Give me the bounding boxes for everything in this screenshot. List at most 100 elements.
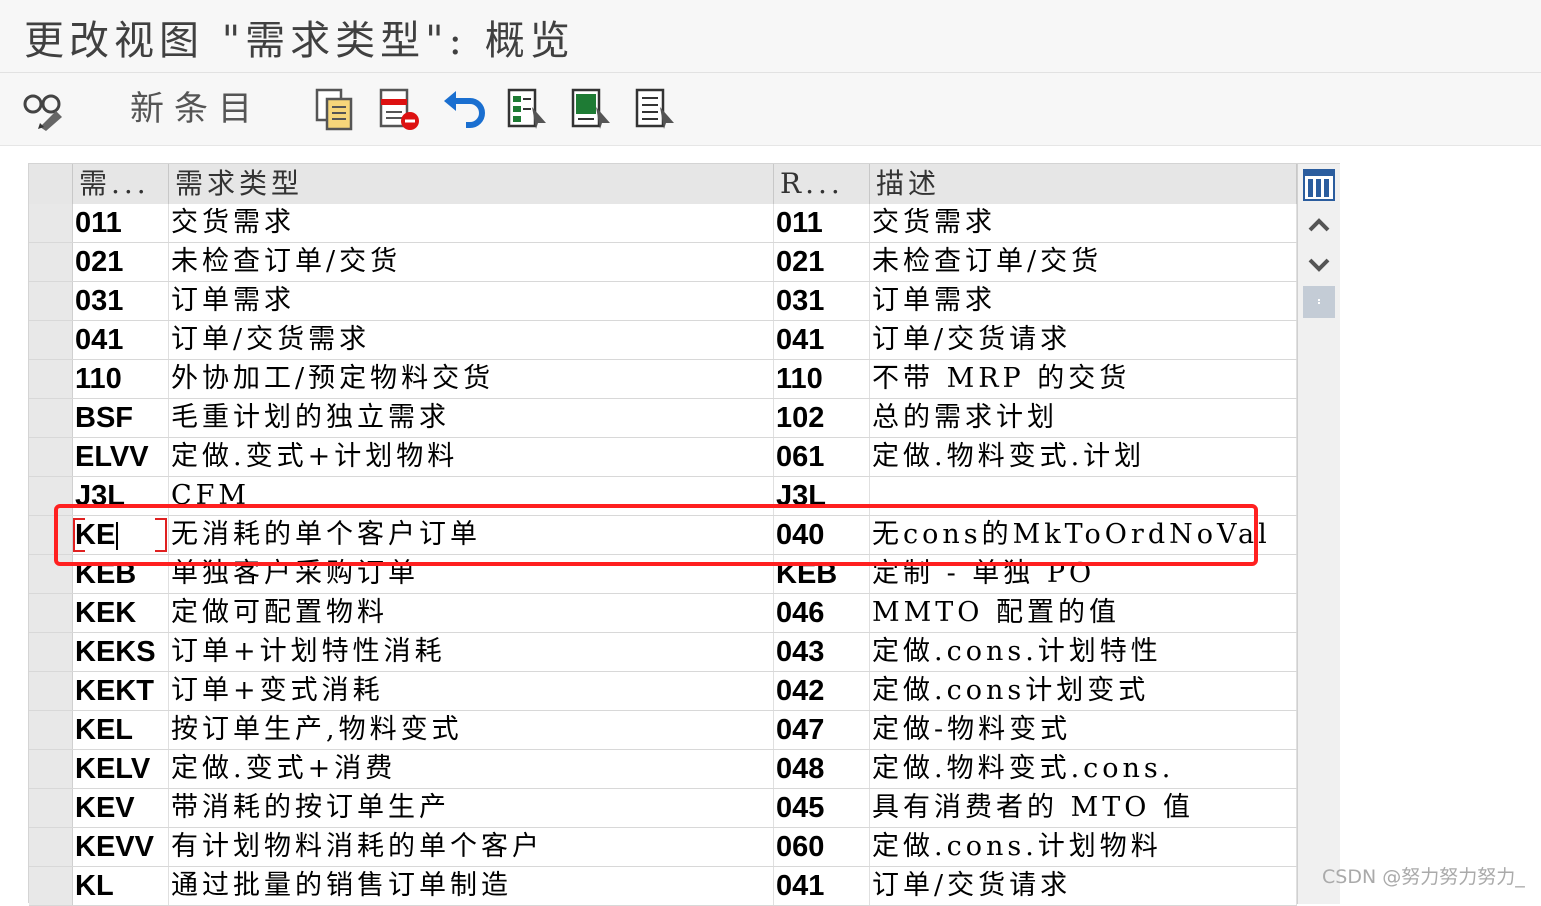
scroll-down-icon[interactable]	[1302, 248, 1336, 282]
cell-requirement-type-code-text: 041	[75, 324, 124, 356]
cell-requirement-class: 031	[774, 282, 870, 320]
table-row[interactable]: J3L CFM J3L	[29, 477, 1297, 516]
column-header-requirement-type[interactable]: 需求类型	[169, 164, 774, 204]
row-selector[interactable]	[29, 204, 73, 242]
cell-requirement-type-code[interactable]: KELV	[73, 750, 169, 788]
row-selector[interactable]	[29, 438, 73, 476]
cell-requirement-type-code[interactable]: BSF	[73, 399, 169, 437]
select-all-rows-header[interactable]	[29, 164, 73, 204]
deselect-all-icon[interactable]	[634, 87, 678, 131]
cell-requirement-class-text: J3L	[776, 480, 826, 512]
cell-requirement-type-code-text: KEV	[75, 792, 135, 824]
table-row[interactable]: KEB 单独客户采购订单 KEB 定制 - 单独 PO	[29, 555, 1297, 594]
cell-requirement-type-code[interactable]: KEKT	[73, 672, 169, 710]
new-entries-button[interactable]: 新条目	[130, 87, 262, 131]
cell-requirement-type-text: 交货需求	[171, 207, 295, 238]
cell-requirement-class: KEB	[774, 555, 870, 593]
select-all-icon[interactable]	[506, 87, 550, 131]
cell-requirement-type-code[interactable]: KEK	[73, 594, 169, 632]
row-selector[interactable]	[29, 555, 73, 593]
cell-description: 订单/交货请求	[870, 321, 1297, 359]
column-header-requirement-type-code[interactable]: 需...	[73, 164, 169, 204]
table-row[interactable]: KEVV 有计划物料消耗的单个客户 060 定做.cons.计划物料	[29, 828, 1297, 867]
cell-requirement-type-code[interactable]: 031	[73, 282, 169, 320]
cell-requirement-type-code[interactable]: KEKS	[73, 633, 169, 671]
table-row[interactable]: KEK 定做可配置物料 046 MMTO 配置的值	[29, 594, 1297, 633]
cell-requirement-type-text: 单独客户采购订单	[171, 558, 419, 589]
row-selector[interactable]	[29, 789, 73, 827]
cell-description: 定做.cons.计划特性	[870, 633, 1297, 671]
table-row[interactable]: 110 外协加工/预定物料交货 110 不带 MRP 的交货	[29, 360, 1297, 399]
cell-requirement-type-code[interactable]: J3L	[73, 477, 169, 515]
cell-description-text: 订单/交货请求	[872, 870, 1072, 901]
cell-requirement-type-text: 通过批量的销售订单制造	[171, 870, 512, 901]
cell-requirement-class: 041	[774, 867, 870, 905]
vertical-scrollbar[interactable]	[1297, 164, 1340, 904]
cell-requirement-type-code[interactable]: KL	[73, 867, 169, 905]
table-row[interactable]: KE 无消耗的单个客户订单 040 无cons的MkToOrdNoVal	[29, 516, 1297, 555]
watermark: CSDN @努力努力努力_	[1322, 866, 1525, 888]
cell-requirement-class-text: KEB	[776, 558, 838, 590]
cell-requirement-class-text: 011	[776, 207, 823, 239]
table-row[interactable]: 041 订单/交货需求 041 订单/交货请求	[29, 321, 1297, 360]
cell-requirement-type: CFM	[169, 477, 774, 515]
scroll-up-icon[interactable]	[1302, 208, 1336, 242]
cell-requirement-type-code[interactable]: KEVV	[73, 828, 169, 866]
row-selector[interactable]	[29, 321, 73, 359]
table-row[interactable]: KEKT 订单+变式消耗 042 定做.cons计划变式	[29, 672, 1297, 711]
cell-description: 未检查订单/交货	[870, 243, 1297, 281]
table-row[interactable]: KEKS 订单+计划特性消耗 043 定做.cons.计划特性	[29, 633, 1297, 672]
cell-requirement-type-text: 定做.变式+消费	[171, 753, 397, 784]
table-row[interactable]: KEV 带消耗的按订单生产 045 具有消费者的 MTO 值	[29, 789, 1297, 828]
table-settings-icon[interactable]	[1302, 168, 1336, 202]
row-selector[interactable]	[29, 282, 73, 320]
row-selector[interactable]	[29, 867, 73, 905]
row-selector[interactable]	[29, 711, 73, 749]
column-header-requirement-class[interactable]: R...	[774, 164, 870, 204]
cell-requirement-type-code[interactable]: KE	[73, 516, 169, 554]
row-selector[interactable]	[29, 399, 73, 437]
table-row[interactable]: 011 交货需求 011 交货需求	[29, 204, 1297, 243]
table-row[interactable]: KEL 按订单生产,物料变式 047 定做-物料变式	[29, 711, 1297, 750]
row-selector[interactable]	[29, 516, 73, 554]
cell-requirement-type-code-text: KEKT	[75, 675, 154, 707]
cell-requirement-type-code[interactable]: 011	[73, 204, 169, 242]
row-selector[interactable]	[29, 750, 73, 788]
select-block-icon[interactable]	[570, 87, 614, 131]
row-selector[interactable]	[29, 594, 73, 632]
undo-icon[interactable]	[442, 87, 486, 131]
row-selector[interactable]	[29, 633, 73, 671]
row-selector[interactable]	[29, 243, 73, 281]
delete-icon[interactable]	[378, 87, 422, 131]
display-change-icon[interactable]	[22, 87, 66, 131]
row-selector[interactable]	[29, 360, 73, 398]
cell-requirement-type: 通过批量的销售订单制造	[169, 867, 774, 905]
scroll-thumb[interactable]	[1303, 286, 1335, 318]
cell-requirement-type-code[interactable]: 021	[73, 243, 169, 281]
table-row[interactable]: 021 未检查订单/交货 021 未检查订单/交货	[29, 243, 1297, 282]
table-row[interactable]: 031 订单需求 031 订单需求	[29, 282, 1297, 321]
cell-requirement-type-code[interactable]: KEV	[73, 789, 169, 827]
cell-requirement-type: 带消耗的按订单生产	[169, 789, 774, 827]
table-row[interactable]: KELV 定做.变式+消费 048 定做.物料变式.cons.	[29, 750, 1297, 789]
cell-requirement-class: 048	[774, 750, 870, 788]
cell-requirement-type-code[interactable]: ELVV	[73, 438, 169, 476]
copy-icon[interactable]	[313, 87, 357, 131]
row-selector[interactable]	[29, 477, 73, 515]
table-row[interactable]: BSF 毛重计划的独立需求 102 总的需求计划	[29, 399, 1297, 438]
cell-requirement-type-text: 按订单生产,物料变式	[171, 714, 463, 745]
cell-description-text: 定做.物料变式.计划	[872, 441, 1146, 472]
cell-description-text: 订单需求	[872, 285, 996, 316]
cell-requirement-type-code[interactable]: KEL	[73, 711, 169, 749]
table-row[interactable]: KL 通过批量的销售订单制造 041 订单/交货请求	[29, 867, 1297, 906]
column-header-description[interactable]: 描述	[870, 164, 1297, 204]
row-selector[interactable]	[29, 828, 73, 866]
cell-requirement-type-code[interactable]: 110	[73, 360, 169, 398]
text-cursor	[116, 522, 119, 551]
cell-description: 定做.物料变式.cons.	[870, 750, 1297, 788]
table-row[interactable]: ELVV 定做.变式+计划物料 061 定做.物料变式.计划	[29, 438, 1297, 477]
cell-requirement-type: 有计划物料消耗的单个客户	[169, 828, 774, 866]
cell-requirement-type-code[interactable]: 041	[73, 321, 169, 359]
cell-requirement-type-code[interactable]: KEB	[73, 555, 169, 593]
row-selector[interactable]	[29, 672, 73, 710]
